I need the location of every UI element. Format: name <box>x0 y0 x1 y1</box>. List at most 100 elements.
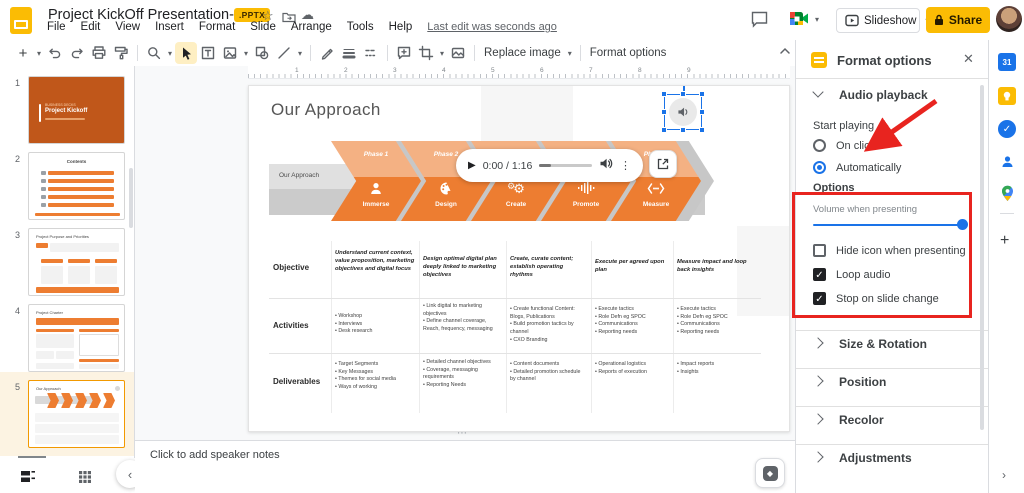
audio-element-selection[interactable] <box>664 94 702 130</box>
menu-view[interactable]: View <box>115 21 140 33</box>
resize-handle[interactable] <box>661 127 667 133</box>
new-slide-button[interactable]: + <box>12 42 34 64</box>
replace-image-button[interactable]: Replace image <box>480 47 565 59</box>
insert-line-button[interactable] <box>273 42 295 64</box>
radio-on-click-label[interactable]: On click <box>836 140 875 152</box>
checkbox-hide-icon[interactable] <box>813 244 826 257</box>
mask-image-button[interactable] <box>447 42 469 64</box>
volume-slider[interactable] <box>813 224 963 226</box>
share-button[interactable]: Share <box>926 7 990 33</box>
radio-on-click[interactable] <box>813 139 826 152</box>
slide-thumbnail-2[interactable]: Contents <box>28 152 125 220</box>
position-section[interactable]: Position <box>839 375 886 389</box>
new-slide-caret-icon[interactable]: ▾ <box>34 49 44 58</box>
audio-element-icon[interactable] <box>669 98 697 126</box>
paint-format-button[interactable] <box>110 42 132 64</box>
resize-handle[interactable] <box>699 127 705 133</box>
resize-handle[interactable] <box>699 91 705 97</box>
expand-section-icon[interactable] <box>812 451 823 462</box>
open-in-new-button[interactable] <box>649 150 677 178</box>
expand-section-icon[interactable] <box>812 413 823 424</box>
resize-handle[interactable] <box>661 109 667 115</box>
volume-icon[interactable] <box>599 157 613 175</box>
text-box-button[interactable] <box>197 42 219 64</box>
select-tool-button[interactable] <box>175 42 197 64</box>
checkbox-loop-audio[interactable]: ✓ <box>813 268 826 281</box>
audio-progress-bar[interactable] <box>539 164 592 167</box>
hide-side-panel-icon[interactable]: › <box>1002 468 1006 482</box>
zoom-button[interactable] <box>143 42 165 64</box>
slide-thumbnail-3[interactable]: Project Purpose and Priorities <box>28 228 125 296</box>
resize-handle[interactable] <box>680 91 686 97</box>
menu-slide[interactable]: Slide <box>250 21 276 33</box>
border-dash-button[interactable] <box>360 42 382 64</box>
resize-handle[interactable] <box>661 91 667 97</box>
collapse-section-icon[interactable] <box>812 86 823 97</box>
checkbox-hide-icon-label[interactable]: Hide icon when presenting <box>836 245 966 257</box>
size-rotation-section[interactable]: Size & Rotation <box>839 337 927 351</box>
replace-image-caret-icon[interactable]: ▾ <box>565 49 575 58</box>
slide-title[interactable]: Our Approach <box>271 100 381 120</box>
keep-icon[interactable] <box>998 87 1016 105</box>
border-weight-button[interactable] <box>338 42 360 64</box>
resize-handle[interactable] <box>699 109 705 115</box>
slide-thumbnail-4[interactable]: Project Charter <box>28 304 125 372</box>
undo-button[interactable] <box>44 42 66 64</box>
menu-format[interactable]: Format <box>199 21 235 33</box>
slideshow-button[interactable]: Slideshow ▾ <box>836 8 920 33</box>
menu-insert[interactable]: Insert <box>155 21 184 33</box>
zoom-caret-icon[interactable]: ▾ <box>165 49 175 58</box>
border-color-button[interactable] <box>316 42 338 64</box>
approach-table[interactable]: Objective Activities Deliverables Unders… <box>269 241 761 421</box>
maps-icon[interactable] <box>998 184 1016 202</box>
print-button[interactable] <box>88 42 110 64</box>
speaker-notes-placeholder[interactable]: Click to add speaker notes <box>150 449 280 461</box>
adjustments-section[interactable]: Adjustments <box>839 451 912 465</box>
slide-thumbnail-1[interactable]: BUSINESS DECKS Project Kickoff <box>28 76 125 144</box>
menu-arrange[interactable]: Arrange <box>291 21 332 33</box>
tasks-icon[interactable]: ✓ <box>998 120 1016 138</box>
audio-playback-section[interactable]: Audio playback <box>839 88 928 102</box>
redo-button[interactable] <box>66 42 88 64</box>
menu-edit[interactable]: Edit <box>81 21 101 33</box>
comments-icon[interactable] <box>750 10 769 34</box>
insert-image-caret-icon[interactable]: ▾ <box>241 49 251 58</box>
slide-editor[interactable]: Our Approach Our Approach Phase 1 Immers… <box>248 85 790 432</box>
crop-caret-icon[interactable]: ▾ <box>437 49 447 58</box>
expand-section-icon[interactable] <box>812 375 823 386</box>
add-comment-button[interactable] <box>393 42 415 64</box>
calendar-icon[interactable]: 31 <box>998 53 1016 71</box>
checkbox-stop-on-change-label[interactable]: Stop on slide change <box>836 293 939 305</box>
resize-handle[interactable] <box>680 127 686 133</box>
meet-icon[interactable]: ▾ <box>788 9 822 29</box>
insert-line-caret-icon[interactable]: ▾ <box>295 49 305 58</box>
play-button[interactable]: ▶ <box>468 160 476 171</box>
contacts-icon[interactable] <box>998 152 1016 170</box>
speaker-notes-panel[interactable]: Click to add speaker notes ◆ <box>135 440 795 493</box>
radio-automatically-label[interactable]: Automatically <box>836 162 901 174</box>
menu-file[interactable]: File <box>47 21 66 33</box>
volume-slider-thumb[interactable] <box>957 219 968 230</box>
recolor-section[interactable]: Recolor <box>839 413 884 427</box>
filmstrip-scrollbar[interactable] <box>129 168 133 228</box>
panel-scrollbar[interactable] <box>980 85 984 430</box>
last-edit-link[interactable]: Last edit was seconds ago <box>427 21 557 33</box>
filmstrip-view-icon[interactable] <box>20 470 36 488</box>
menu-help[interactable]: Help <box>389 21 413 33</box>
account-avatar[interactable] <box>996 6 1022 32</box>
format-options-toolbar-button[interactable]: Format options <box>586 47 671 59</box>
slide-thumbnail-5[interactable]: Our Approach <box>28 380 125 448</box>
grid-view-icon[interactable] <box>78 470 92 488</box>
hide-menus-icon[interactable] <box>778 46 792 59</box>
checkbox-stop-on-change[interactable]: ✓ <box>813 292 826 305</box>
insert-shape-button[interactable] <box>251 42 273 64</box>
player-menu-icon[interactable]: ⋮ <box>620 159 631 172</box>
close-panel-icon[interactable]: ✕ <box>963 51 974 67</box>
slides-logo[interactable] <box>10 7 32 34</box>
insert-image-button[interactable] <box>219 42 241 64</box>
get-addons-button[interactable]: + <box>1000 232 1009 250</box>
notes-resize-handle[interactable]: ⋯ <box>457 428 470 439</box>
radio-automatically[interactable] <box>813 161 826 174</box>
expand-section-icon[interactable] <box>812 337 823 348</box>
menu-tools[interactable]: Tools <box>347 21 374 33</box>
